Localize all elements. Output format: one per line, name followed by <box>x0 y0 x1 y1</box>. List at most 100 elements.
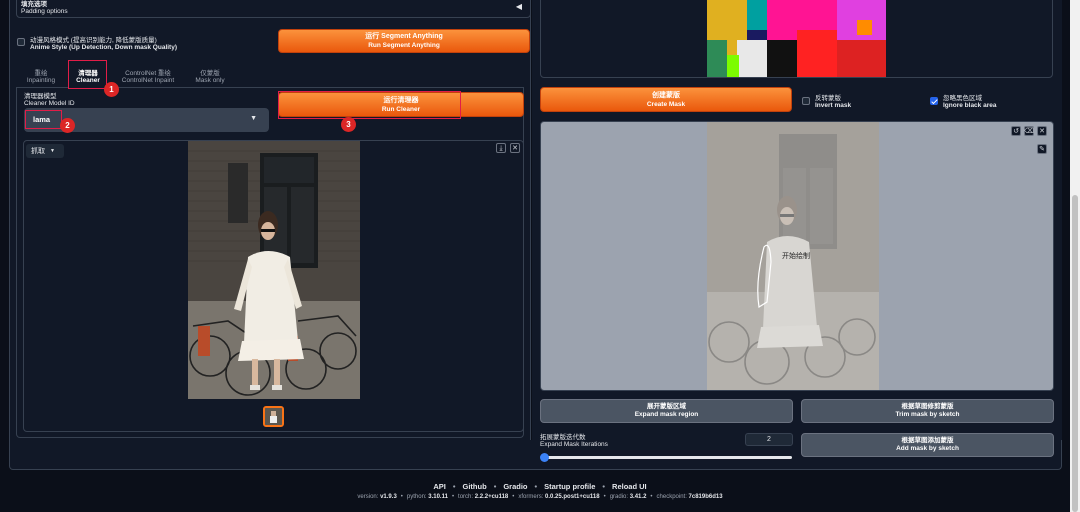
tab-mask-only-en: Mask only <box>195 77 225 84</box>
image-thumbnail[interactable] <box>263 406 284 427</box>
expand-mask-cn: 展开蒙版区域 <box>647 403 686 410</box>
run-segment-cn: 运行 Segment Anything <box>365 33 443 40</box>
anime-style-checkbox[interactable] <box>17 38 25 46</box>
download-icon[interactable]: ⤓ <box>496 143 506 153</box>
annotation-badge-2: 2 <box>60 118 75 133</box>
invert-mask-label: 反转蒙版 Invert mask <box>815 95 851 109</box>
expand-iterations-label: 拓展蒙版迭代数 Expand Mask Iterations <box>540 434 608 448</box>
anime-style-label-cn: 动漫风格模式 (提高识别能力, 降低蒙版质量) <box>30 37 157 44</box>
thumbnail-illustration <box>265 408 282 425</box>
create-mask-button[interactable]: 创建蒙版 Create Mask <box>540 87 792 112</box>
footer-separator: • <box>602 482 606 491</box>
run-segment-anything-button[interactable]: 运行 Segment Anything Run Segment Anything <box>278 29 530 53</box>
tab-controlnet-cn: ControlNet 重绘 <box>125 70 171 77</box>
expand-mask-en: Expand mask region <box>634 411 699 418</box>
add-mask-button[interactable]: 根据草图添加蒙版 Add mask by sketch <box>801 433 1054 457</box>
footer-version-value: 2.2.2+cu118 <box>474 494 509 500</box>
tab-mask-only-cn: 仅蒙版 <box>200 70 220 77</box>
footer-version-value: v1.9.3 <box>380 494 397 500</box>
tab-inpainting[interactable]: 重绘 Inpainting <box>22 70 60 84</box>
footer-link-startup-profile[interactable]: Startup profile <box>544 482 595 491</box>
ignore-black-cn: 忽略黑色区域 <box>943 95 982 102</box>
footer-separator: • <box>452 482 456 491</box>
cleaner-model-label-cn: 清理器模型 <box>24 93 57 100</box>
footer-version-key: gradio: <box>609 494 630 500</box>
padding-options-label-en: Padding options <box>21 8 68 15</box>
footer-link-github[interactable]: Github <box>463 482 487 491</box>
footer-version-key: torch: <box>458 494 475 500</box>
collapse-arrow-icon[interactable]: ◀ <box>516 2 522 11</box>
annotation-box-cleaner-tab <box>68 60 107 89</box>
chevron-down-icon: ▼ <box>50 148 55 154</box>
tab-mask-only[interactable]: 仅蒙版 Mask only <box>188 70 232 84</box>
input-photo <box>188 141 360 399</box>
footer-separator: • <box>650 494 653 500</box>
trim-mask-en: Trim mask by sketch <box>895 411 960 418</box>
add-mask-cn: 根据草图添加蒙版 <box>901 437 954 444</box>
invert-mask-en: Invert mask <box>815 102 852 109</box>
expand-iterations-slider-track[interactable] <box>544 456 792 459</box>
footer-separator: • <box>512 494 515 500</box>
create-mask-cn: 创建蒙版 <box>652 91 680 99</box>
footer-version-value: 7c819b6d13 <box>688 494 723 500</box>
close-icon[interactable]: ✕ <box>1037 126 1047 136</box>
street-photo-illustration <box>188 141 360 399</box>
expand-iterations-input[interactable]: 2 <box>745 433 793 446</box>
segmentation-illustration <box>707 0 886 77</box>
create-mask-en: Create Mask <box>646 100 686 108</box>
footer-separator: • <box>603 494 606 500</box>
expand-iterations-label-cn: 拓展蒙版迭代数 <box>540 434 586 441</box>
annotation-box-model <box>25 110 62 129</box>
footer-version-key: version: <box>357 494 381 500</box>
add-mask-en: Add mask by sketch <box>896 445 959 452</box>
footer-links: API • Github • Gradio • Startup profile • Reload… <box>0 482 1080 491</box>
invert-mask-checkbox[interactable] <box>802 97 810 105</box>
sketch-hint-text: 开始绘制 <box>782 253 810 260</box>
clear-icon[interactable]: ⌫ <box>1024 126 1034 136</box>
cleaner-model-label: 清理器模型 Cleaner Model ID <box>24 93 75 107</box>
close-icon[interactable]: ✕ <box>510 143 520 153</box>
undo-icon[interactable]: ↺ <box>1011 126 1021 136</box>
footer-separator: • <box>493 482 497 491</box>
footer-link-gradio[interactable]: Gradio <box>503 482 527 491</box>
invert-mask-cn: 反转蒙版 <box>815 95 841 102</box>
padding-options-accordion[interactable]: 填充选项 Padding options ◀ <box>16 0 531 18</box>
run-segment-en: Run Segment Anything <box>368 42 440 49</box>
segmentation-preview <box>707 0 886 77</box>
anime-style-label-en: Anime Style (Up Detection, Down mask Qua… <box>30 44 177 51</box>
annotation-box-run-cleaner <box>278 91 461 119</box>
ignore-black-label: 忽略黑色区域 Ignore black area <box>943 95 996 109</box>
anime-style-label: 动漫风格模式 (提高识别能力, 降低蒙版质量) Anime Style (Up … <box>30 37 177 51</box>
footer-separator: • <box>534 482 538 491</box>
brush-icon[interactable]: ✎ <box>1037 144 1047 154</box>
cleaner-model-label-en: Cleaner Model ID <box>24 100 75 107</box>
footer-version-value: 0.0.25.post1+cu118 <box>545 494 600 500</box>
tab-inpainting-cn: 重绘 <box>34 70 48 77</box>
tab-inpainting-en: Inpainting <box>26 77 56 84</box>
footer-version-key: python: <box>406 494 429 500</box>
trim-mask-cn: 根据草图修剪蒙版 <box>901 403 954 410</box>
annotation-badge-1: 1 <box>104 82 119 97</box>
trim-mask-button[interactable]: 根据草图修剪蒙版 Trim mask by sketch <box>801 399 1054 423</box>
ignore-black-en: Ignore black area <box>943 102 997 109</box>
tab-controlnet-inpaint[interactable]: ControlNet 重绘 ControlNet Inpaint <box>114 70 182 84</box>
padding-options-label-cn: 填充选项 <box>21 1 47 8</box>
footer-separator: • <box>451 494 455 500</box>
footer-version-value: 3.10.11 <box>428 494 448 500</box>
footer-versions: version: v1.9.3 • python: 3.10.11 • torch: 2… <box>0 494 1080 500</box>
expand-iterations-label-en: Expand Mask Iterations <box>540 441 608 448</box>
footer-link-reload-ui[interactable]: Reload UI <box>612 482 647 491</box>
expand-iterations-slider-thumb[interactable] <box>540 453 549 462</box>
tab-controlnet-en: ControlNet Inpaint <box>121 77 175 84</box>
tool-dropdown-label: 抓取 <box>31 148 45 155</box>
footer-version-key: xformers: <box>518 494 546 500</box>
footer-version-value: 3.41.2 <box>629 494 647 500</box>
footer-separator: • <box>400 494 403 500</box>
footer-link-api[interactable]: API <box>433 482 446 491</box>
ignore-black-checkbox[interactable] <box>930 97 938 105</box>
expand-iterations-value: 2 <box>767 436 771 443</box>
tool-dropdown[interactable]: 抓取 ▼ <box>26 144 64 158</box>
scrollbar-thumb[interactable] <box>1072 195 1078 512</box>
expand-mask-region-button[interactable]: 展开蒙版区域 Expand mask region <box>540 399 793 423</box>
chevron-down-icon: ▼ <box>250 115 257 122</box>
